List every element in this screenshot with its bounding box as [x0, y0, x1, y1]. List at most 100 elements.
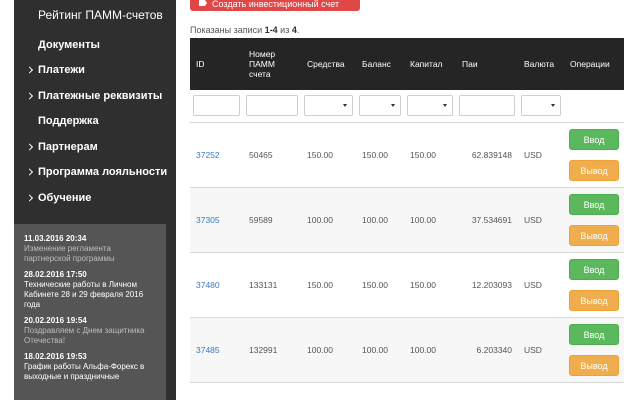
pamm-accounts-table: ID Номер ПАММ счета Средства Баланс Капитал П…: [190, 38, 624, 383]
caret-down-icon: [391, 104, 395, 108]
filter-cell-shares: [456, 90, 518, 123]
news-text[interactable]: Поздравляем с Днем защитника Отечества!: [24, 326, 158, 346]
cell-number: 133131: [243, 252, 301, 318]
cell-number: 50465: [243, 122, 301, 188]
page: Рейтинг ПАММ-счетов Документы Платежи Плат…: [0, 0, 640, 400]
column-header-funds[interactable]: Средства: [301, 38, 356, 90]
filter-cell-id: [190, 90, 243, 123]
news-text[interactable]: Технические работы в Личном Кабинете 28 …: [24, 280, 158, 310]
news-text[interactable]: Изменение регламента партнерской програм…: [24, 244, 158, 264]
news-item[interactable]: 18.02.2016 19:53 График работы Альфа-Форе…: [24, 352, 158, 382]
sidebar-item[interactable]: Обучение: [14, 185, 176, 211]
records-range: 1-4: [264, 25, 278, 35]
cell-currency: USD: [518, 122, 564, 188]
filter-id-input[interactable]: [193, 95, 240, 117]
sidebar-item[interactable]: Платежные реквизиты: [14, 83, 176, 109]
account-id-link[interactable]: 37485: [196, 345, 220, 355]
cell-funds: 150.00: [301, 252, 356, 318]
cell-shares: 6.203340: [456, 317, 518, 383]
withdraw-button[interactable]: Вывод: [569, 159, 619, 181]
deposit-button[interactable]: Ввод: [569, 258, 619, 280]
cell-currency: USD: [518, 317, 564, 383]
cell-funds: 150.00: [301, 122, 356, 188]
create-investment-account-button[interactable]: Создать инвестиционный счет: [190, 0, 360, 11]
sidebar-item[interactable]: Программа лояльности: [14, 160, 176, 186]
withdraw-button[interactable]: Вывод: [569, 289, 619, 311]
filter-cell-currency: [518, 90, 564, 123]
chevron-right-icon: [25, 66, 34, 74]
filter-currency-select[interactable]: [521, 95, 561, 117]
filter-capital-select[interactable]: [407, 95, 453, 117]
create-investment-account-label: Создать инвестиционный счет: [212, 0, 340, 9]
withdraw-button[interactable]: Вывод: [569, 224, 619, 246]
cell-shares: 62.839148: [456, 122, 518, 188]
caret-down-icon: [443, 104, 447, 108]
sidebar-item-label: Обучение: [38, 191, 92, 204]
cell-shares: 12.203093: [456, 252, 518, 318]
filter-cell-balance: [356, 90, 404, 123]
filter-shares-input[interactable]: [459, 95, 515, 117]
table-row: 37252 50465 150.00 150.00 150.00 62.839148 USD…: [190, 122, 624, 188]
sidebar-menu: Документы Платежи Платежные реквизиты Подде…: [14, 32, 176, 211]
sidebar-link-pamm-rating[interactable]: Рейтинг ПАММ-счетов: [14, 0, 176, 30]
sidebar-item-label: Документы: [38, 38, 100, 51]
filter-cell-number: [243, 90, 301, 123]
chevron-right-icon: [25, 143, 34, 151]
cell-currency: USD: [518, 252, 564, 318]
sidebar-item[interactable]: Партнерам: [14, 134, 176, 160]
column-header-currency[interactable]: Валюта: [518, 38, 564, 90]
cell-currency: USD: [518, 187, 564, 253]
account-id-link[interactable]: 37252: [196, 150, 220, 160]
cell-operations: Ввод Вывод: [564, 187, 624, 253]
sidebar-item[interactable]: Платежи: [14, 58, 176, 84]
cell-id: 37252: [190, 122, 243, 188]
news-date: 11.03.2016 20:34: [24, 234, 87, 243]
table-header-row: ID Номер ПАММ счета Средства Баланс Капитал П…: [190, 38, 624, 90]
cell-capital: 150.00: [404, 122, 456, 188]
caret-down-icon: [551, 104, 555, 108]
news-item[interactable]: 11.03.2016 20:34 Изменение регламента пар…: [24, 234, 158, 264]
sidebar-item-label: Поддержка: [38, 115, 99, 128]
cell-balance: 150.00: [356, 122, 404, 188]
chevron-right-icon: [25, 168, 34, 176]
cell-capital: 150.00: [404, 252, 456, 318]
chevron-right-icon: [25, 92, 34, 100]
filter-balance-select[interactable]: [359, 95, 401, 117]
news-item[interactable]: 28.02.2016 17:50 Технические работы в Лич…: [24, 270, 158, 310]
column-header-number[interactable]: Номер ПАММ счета: [243, 38, 301, 90]
cell-capital: 100.00: [404, 317, 456, 383]
filter-number-input[interactable]: [246, 95, 298, 117]
sidebar-item-label: Платежи: [38, 64, 85, 77]
deposit-button[interactable]: Ввод: [569, 193, 619, 215]
filter-funds-select[interactable]: [304, 95, 353, 117]
table-row: 37485 132991 100.00 100.00 100.00 6.203340 USD…: [190, 317, 624, 383]
chevron-right-icon: [25, 194, 34, 202]
sidebar-item[interactable]: Документы: [14, 32, 176, 58]
records-prefix: Показаны записи: [190, 25, 265, 35]
cell-number: 132991: [243, 317, 301, 383]
deposit-button[interactable]: Ввод: [569, 323, 619, 345]
sidebar-item-label: Программа лояльности: [38, 166, 168, 179]
sidebar-item-label: Платежные реквизиты: [38, 89, 163, 102]
column-header-balance[interactable]: Баланс: [356, 38, 404, 90]
column-header-shares[interactable]: Паи: [456, 38, 518, 90]
news-item[interactable]: 20.02.2016 19:54 Поздравляем с Днем защит…: [24, 316, 158, 346]
filter-cell-capital: [404, 90, 456, 123]
records-summary: Показаны записи 1-4 из 4.: [190, 25, 299, 35]
withdraw-button[interactable]: Вывод: [569, 354, 619, 376]
cell-operations: Ввод Вывод: [564, 252, 624, 318]
news-text[interactable]: График работы Альфа-Форекс в выходные и …: [24, 362, 158, 382]
account-id-link[interactable]: 37480: [196, 280, 220, 290]
column-header-operations[interactable]: Операции: [564, 38, 624, 90]
flag-icon: [199, 0, 207, 6]
account-id-link[interactable]: 37305: [196, 215, 220, 225]
cell-funds: 100.00: [301, 187, 356, 253]
column-header-id[interactable]: ID: [190, 38, 243, 90]
sidebar-item[interactable]: Поддержка: [14, 109, 176, 135]
cell-shares: 37.534691: [456, 187, 518, 253]
news-panel: 11.03.2016 20:34 Изменение регламента пар…: [14, 224, 166, 400]
column-header-capital[interactable]: Капитал: [404, 38, 456, 90]
deposit-button[interactable]: Ввод: [569, 128, 619, 150]
cell-capital: 100.00: [404, 187, 456, 253]
filter-cell-ops: [564, 90, 624, 123]
